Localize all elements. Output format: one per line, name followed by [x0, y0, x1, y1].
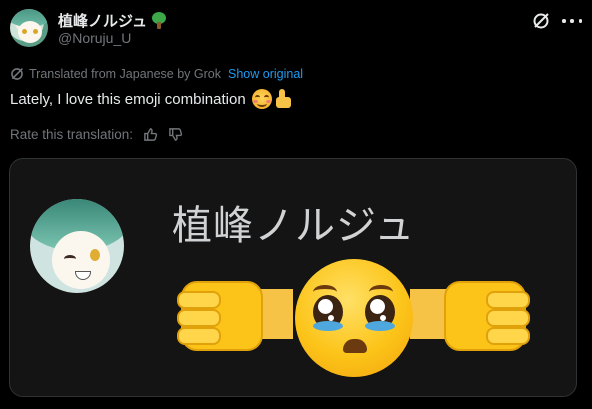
tweet-text-body: Lately, I love this emoji combination	[10, 90, 246, 108]
show-original-link[interactable]: Show original	[228, 67, 303, 81]
display-name-text[interactable]: 植峰ノルジュ	[58, 10, 147, 31]
thumbs-up-emoji	[274, 89, 294, 109]
media-name-text: 植峰ノルジュ	[172, 203, 416, 249]
user-handle[interactable]: @Noruju_U	[58, 30, 131, 46]
display-name[interactable]: 植峰ノルジュ	[58, 10, 167, 31]
media-avatar	[30, 199, 124, 293]
translation-notice: Translated from Japanese by Grok Show or…	[10, 66, 303, 82]
grok-small-icon	[11, 68, 23, 80]
fist-bump-emoji	[410, 271, 530, 351]
thumbs-down-icon[interactable]	[168, 127, 183, 142]
translation-notice-text: Translated from Japanese by Grok	[29, 67, 221, 81]
thumbs-up-icon[interactable]	[143, 127, 158, 142]
grok-icon[interactable]	[532, 12, 550, 30]
tweet-text: Lately, I love this emoji combination	[10, 89, 294, 109]
more-icon[interactable]	[562, 12, 582, 30]
avatar[interactable]	[10, 9, 48, 47]
avatar-eye-left	[22, 29, 27, 34]
pleading-face-emoji	[295, 259, 413, 377]
media-image[interactable]: 植峰ノルジュ	[9, 158, 577, 397]
rate-label: Rate this translation:	[10, 126, 134, 142]
tree-icon	[151, 12, 167, 29]
tweet-header: 植峰ノルジュ @Noruju_U	[10, 6, 582, 50]
rate-translation: Rate this translation:	[10, 126, 183, 142]
fist-bump-emoji	[175, 271, 293, 351]
smiling-face-emoji	[251, 89, 272, 109]
avatar-eye-right	[33, 29, 38, 34]
avatar-face	[18, 21, 42, 43]
